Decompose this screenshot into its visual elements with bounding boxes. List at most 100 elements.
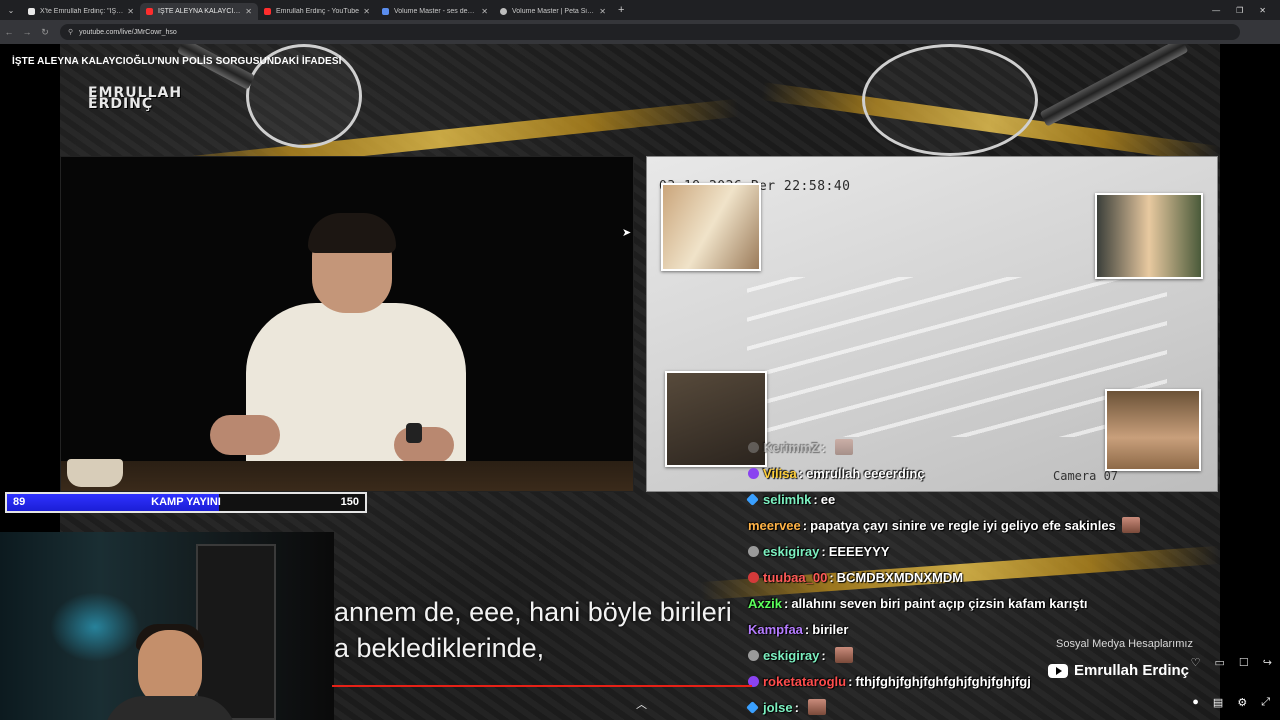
chat-message: Vilisa: emrullah eeeerdinç	[748, 460, 1218, 486]
window-controls: — ❐ ✕	[1212, 0, 1280, 20]
maximize-icon[interactable]: ❐	[1236, 6, 1243, 15]
url-text: youtube.com/live/JMrCowr_hso	[79, 28, 177, 36]
close-icon[interactable]: ✕	[127, 7, 134, 16]
address-bar: ← → ↻ ⚲ youtube.com/live/JMrCowr_hso	[0, 20, 1280, 44]
progress-label: KAMP YAYINI	[151, 496, 221, 508]
chat-username: eskigiray	[763, 543, 820, 559]
chat-emote-icon	[834, 647, 853, 663]
chat-username: meervee	[748, 517, 801, 533]
stream-title: İŞTE ALEYNA KALAYCIOĞLU'NUN POLİS SORGUS…	[12, 56, 342, 67]
chat-text: papatya çayı sinire ve regle iyi geliyo …	[810, 517, 1116, 533]
goal-progress-bar: 89 KAMP YAYINI 150	[5, 492, 367, 513]
chat-text: biriler	[812, 621, 849, 637]
tab-search-icon[interactable]: ⌄	[0, 0, 22, 20]
player-progress-line[interactable]	[332, 685, 752, 687]
road-markings	[747, 277, 1167, 437]
host-camera	[60, 156, 634, 492]
host-hair	[308, 213, 396, 253]
rgb-light	[50, 592, 140, 662]
streamer-head	[138, 630, 202, 706]
new-tab-plus-icon[interactable]: +	[618, 4, 624, 16]
player-side-icons: ♡ ▭ ☐ ↪	[1191, 656, 1272, 669]
minimize-icon[interactable]: —	[1212, 6, 1220, 15]
tab-title: X'te Emrullah Erdinç: "İŞTE ALY...	[40, 8, 123, 15]
chat-emote-icon	[1121, 517, 1140, 533]
chat-text: EEEEYYY	[828, 543, 890, 559]
site-info-icon[interactable]: ⚲	[68, 28, 73, 36]
close-icon[interactable]: ✕	[245, 7, 252, 16]
video-player[interactable]: İŞTE ALEYNA KALAYCIOĞLU'NUN POLİS SORGUS…	[0, 44, 1280, 720]
chat-text: emrullah eeeerdinç	[806, 465, 925, 481]
tab-0[interactable]: X'te Emrullah Erdinç: "İŞTE ALY... ✕	[22, 3, 140, 20]
tab-1[interactable]: İŞTE ALEYNA KALAYCIOĞLU ✕	[140, 3, 258, 20]
tab-title: İŞTE ALEYNA KALAYCIOĞLU	[158, 8, 241, 15]
chat-username: eskigiray	[763, 647, 820, 663]
youtube-icon	[264, 8, 271, 15]
chat-username: roketataroglu	[763, 673, 847, 689]
chat-text: allahını seven biri paint açıp çizsin ka…	[791, 595, 1088, 611]
share-icon[interactable]: ↪	[1263, 656, 1272, 669]
chat-message: jolse:	[746, 694, 1218, 720]
cup-icon	[67, 459, 123, 487]
social-label: Sosyal Medya Hesaplarımız	[1056, 638, 1193, 650]
comment-icon[interactable]: ▭	[1215, 656, 1225, 669]
autoplay-icon[interactable]: ●	[1192, 696, 1199, 709]
letterbox-right	[1220, 44, 1280, 720]
settings-gear-icon[interactable]: ⚙	[1237, 696, 1247, 709]
chat-username: Vilisa	[763, 465, 797, 481]
chat-separator: :	[804, 621, 810, 637]
chat-badge-icon	[746, 700, 759, 714]
chat-username: Axzik	[748, 595, 782, 611]
tab-3[interactable]: Volume Master - ses denetleyici ✕	[376, 3, 494, 20]
like-icon[interactable]: ♡	[1191, 656, 1201, 669]
photo-two-women	[661, 183, 761, 271]
youtube-icon	[1048, 663, 1068, 678]
url-field[interactable]: ⚲ youtube.com/live/JMrCowr_hso	[60, 24, 1240, 40]
chat-message: tuubaa_00: BCMDBXMDNXMDM	[748, 564, 1218, 590]
player-controls: ● ▤ ⚙ ⤢	[1192, 696, 1270, 709]
mouse-cursor-icon: ➤	[622, 227, 632, 239]
chat-text: ee	[820, 491, 836, 507]
forward-icon[interactable]: →	[18, 27, 36, 37]
progress-goal: 150	[340, 496, 359, 508]
chat-separator: :	[794, 699, 799, 715]
back-icon[interactable]: ←	[0, 27, 18, 37]
chat-message: selimhk: ee	[746, 486, 1218, 512]
chat-username: jolse	[763, 699, 793, 715]
chat-badge-icon	[746, 492, 759, 506]
fullscreen-icon[interactable]: ⤢	[1261, 696, 1270, 709]
chat-message: eskigiray: EEEEYYY	[748, 538, 1218, 564]
chat-username: selimhk	[763, 491, 812, 507]
chat-separator: :	[829, 569, 834, 585]
chat-separator: :	[821, 543, 826, 559]
browser-tab-bar: ⌄ X'te Emrullah Erdinç: "İŞTE ALY... ✕ İ…	[0, 0, 1280, 20]
volume-icon	[382, 8, 389, 15]
tab-2[interactable]: Emrullah Erdinç - YouTube ✕	[258, 3, 376, 20]
host-hand	[394, 427, 454, 463]
captions-icon[interactable]: ▤	[1213, 696, 1223, 709]
chat-username: KerimmZ	[763, 439, 820, 455]
subtitle-line: annem de, eee, hani böyle birileri	[334, 597, 732, 627]
close-icon[interactable]: ✕	[481, 7, 488, 16]
chat-badge-icon	[748, 571, 759, 583]
close-icon[interactable]: ✕	[363, 7, 370, 16]
chat-separator: :	[802, 517, 808, 533]
door	[196, 544, 276, 720]
chat-emote-icon	[807, 699, 826, 715]
tab-title: Volume Master - ses denetleyici	[394, 8, 478, 15]
x-icon	[28, 8, 35, 15]
magnifier-graphic	[862, 44, 1038, 156]
chat-badge-icon	[748, 545, 759, 557]
chevron-up-icon[interactable]: ︿	[636, 696, 647, 712]
chat-icon[interactable]: ☐	[1239, 656, 1249, 669]
reload-icon[interactable]: ↻	[36, 27, 54, 38]
tab-4[interactable]: Volume Master | Peta Sittek ✕	[494, 3, 612, 20]
chat-badge-icon	[748, 649, 759, 661]
tab-title: Emrullah Erdinç - YouTube	[276, 8, 360, 15]
photo-group	[1095, 193, 1203, 279]
chat-separator: :	[783, 595, 789, 611]
window-close-icon[interactable]: ✕	[1259, 6, 1266, 15]
chat-username: Kampfaa	[748, 621, 803, 637]
close-icon[interactable]: ✕	[599, 7, 606, 16]
tab-title: Volume Master | Peta Sittek	[512, 8, 596, 15]
